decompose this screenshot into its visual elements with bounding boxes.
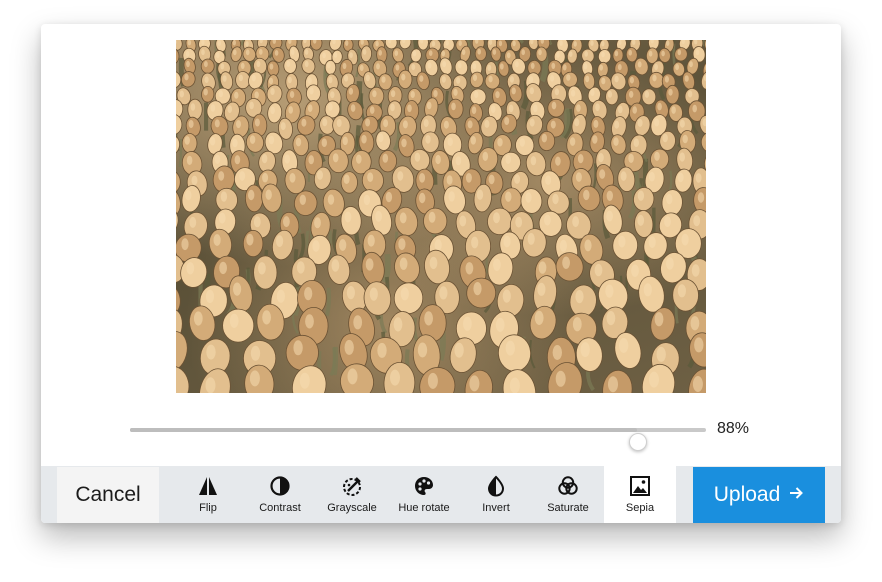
palette-icon: [388, 475, 460, 497]
tool-sepia[interactable]: Sepia: [604, 466, 676, 523]
tool-label: Contrast: [259, 502, 301, 514]
tool-flip[interactable]: Flip: [172, 466, 244, 523]
tool-hue-rotate[interactable]: Hue rotate: [388, 466, 460, 523]
flip-icon: [172, 475, 244, 497]
tool-label: Flip: [199, 502, 217, 514]
tool-label: Hue rotate: [398, 502, 450, 514]
slider-value: 88%: [717, 420, 750, 437]
slider-track[interactable]: [130, 428, 706, 451]
tool-label: Grayscale: [327, 502, 377, 514]
preview-image: [176, 40, 706, 393]
arrow-right-icon: [788, 483, 804, 507]
invert-icon: [460, 475, 532, 497]
tool-contrast[interactable]: Contrast: [244, 466, 316, 523]
slider-fill: [130, 428, 637, 432]
tool-label: Invert: [482, 502, 510, 514]
intensity-slider[interactable]: 88%: [130, 416, 790, 451]
tool-saturate[interactable]: Saturate: [532, 466, 604, 523]
tool-label: Sepia: [625, 502, 655, 514]
upload-label: Upload: [713, 483, 781, 506]
image-icon: [604, 475, 676, 497]
grayscale-icon: [316, 475, 388, 497]
tool-label: Saturate: [547, 502, 589, 514]
upload-button[interactable]: Upload: [693, 467, 825, 523]
image-editor-dialog: 88% Cancel Flip Contrast Grayscale Hue r…: [41, 24, 841, 523]
tool-grayscale[interactable]: Grayscale: [316, 466, 388, 523]
cancel-button[interactable]: Cancel: [57, 467, 159, 523]
tool-invert[interactable]: Invert: [460, 466, 532, 523]
saturate-icon: [532, 475, 604, 497]
slider-thumb[interactable]: [629, 433, 647, 451]
contrast-icon: [244, 475, 316, 497]
filter-toolbar: Cancel Flip Contrast Grayscale Hue rotat…: [41, 466, 841, 523]
